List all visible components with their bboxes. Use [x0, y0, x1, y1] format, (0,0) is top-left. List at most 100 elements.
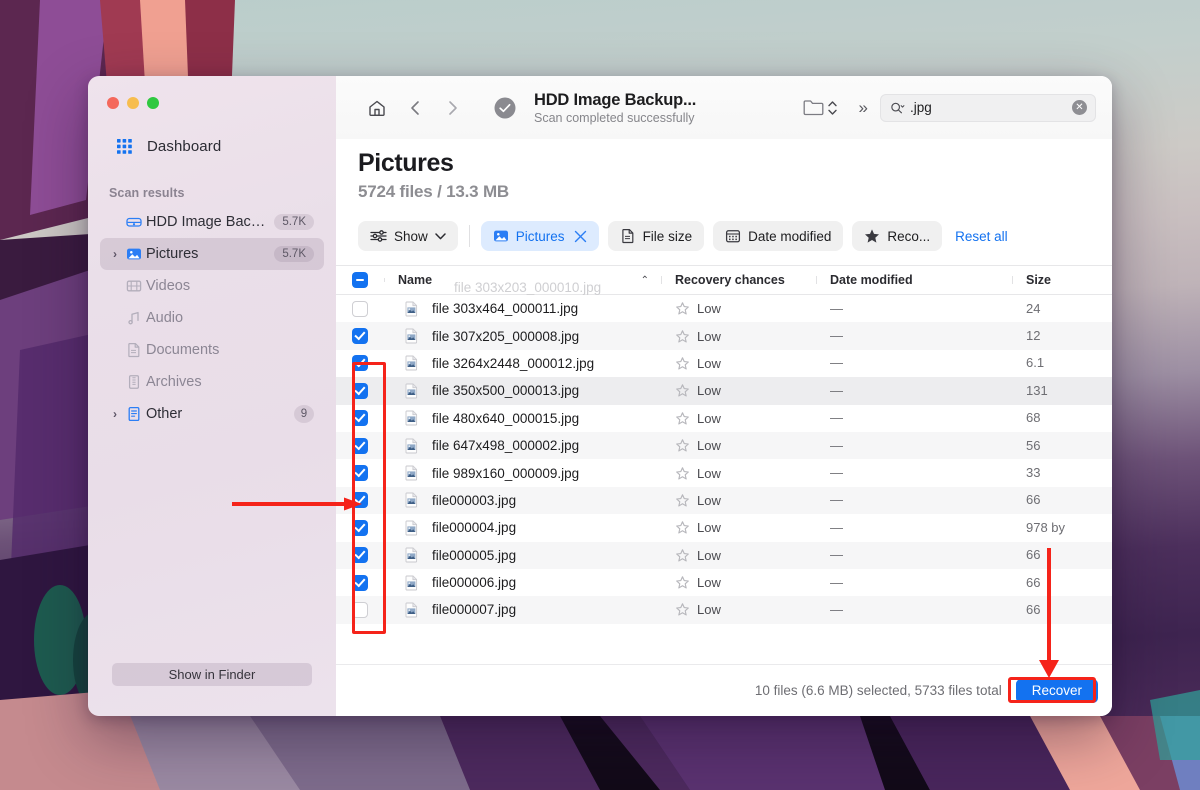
- filter-chip-date-modified[interactable]: Date modified: [713, 221, 844, 251]
- row-recovery-cell: Low: [661, 356, 816, 371]
- recover-button[interactable]: Recover: [1015, 678, 1098, 703]
- sidebar-item-pictures[interactable]: › Pictures 5.7K: [100, 238, 324, 270]
- table-row[interactable]: file 350x500_000013.jpg Low — 131: [336, 377, 1112, 405]
- row-name-cell: file 647x498_000002.jpg: [384, 438, 661, 454]
- file-name: file000004.jpg: [432, 520, 517, 536]
- file-name: file 3264x2448_000012.jpg: [432, 355, 595, 371]
- window-subtitle: Scan completed successfully: [534, 110, 695, 125]
- close-button[interactable]: [107, 97, 119, 109]
- row-checkbox[interactable]: [336, 465, 384, 482]
- back-button[interactable]: [396, 98, 434, 118]
- file-image-icon: [398, 355, 424, 371]
- home-icon[interactable]: [358, 98, 396, 118]
- sidebar: Dashboard Scan results HDD Image Back...…: [88, 76, 336, 716]
- toolbar-overflow-button[interactable]: »: [859, 98, 869, 118]
- show-in-finder-button[interactable]: Show in Finder: [112, 663, 312, 686]
- column-header-recovery[interactable]: Recovery chances: [661, 271, 816, 289]
- checked-box-icon: [352, 465, 368, 482]
- row-checkbox[interactable]: [336, 300, 384, 317]
- file-list[interactable]: file 303x464_000011.jpg Low — 24 file 307x20…: [336, 295, 1112, 664]
- row-checkbox[interactable]: [336, 601, 384, 618]
- minimize-button[interactable]: [127, 97, 139, 109]
- row-date-cell: —: [816, 519, 1012, 537]
- table-row[interactable]: file 989x160_000009.jpg Low — 33: [336, 459, 1112, 486]
- folder-selector[interactable]: [803, 99, 837, 116]
- row-date-cell: —: [816, 300, 1012, 318]
- zoom-button[interactable]: [147, 97, 159, 109]
- sidebar-item-other[interactable]: › Other 9: [100, 398, 324, 430]
- row-size-cell: 33: [1012, 464, 1112, 482]
- window-title: HDD Image Backup...: [534, 90, 697, 109]
- clear-search-icon[interactable]: ✕: [1072, 100, 1087, 115]
- remove-filter-icon[interactable]: [574, 230, 587, 243]
- row-checkbox[interactable]: [336, 574, 384, 591]
- chevron-right-icon[interactable]: ›: [108, 407, 122, 421]
- sidebar-item-videos[interactable]: Videos: [100, 270, 324, 302]
- picture-icon: [122, 246, 146, 262]
- sidebar-item-audio[interactable]: Audio: [100, 302, 324, 334]
- file-image-icon: [398, 410, 424, 426]
- row-size-cell: 66: [1012, 546, 1112, 564]
- sidebar-item-dashboard[interactable]: Dashboard: [106, 133, 324, 160]
- row-date-cell: —: [816, 491, 1012, 509]
- row-checkbox[interactable]: [336, 547, 384, 564]
- file-name: file 303x464_000011.jpg: [432, 301, 579, 317]
- row-checkbox[interactable]: [336, 519, 384, 536]
- recovery-chance-value: Low: [697, 301, 721, 317]
- sidebar-item-documents[interactable]: Documents: [100, 334, 324, 366]
- recovery-chance-value: Low: [697, 575, 721, 591]
- row-recovery-cell: Low: [661, 466, 816, 481]
- filter-chip-pictures[interactable]: Pictures: [480, 221, 599, 251]
- select-all-checkbox[interactable]: [336, 272, 384, 288]
- row-checkbox[interactable]: [336, 382, 384, 399]
- row-checkbox[interactable]: [336, 328, 384, 345]
- show-filter-button[interactable]: Show: [358, 221, 458, 251]
- column-header-date-label: Date modified: [830, 273, 913, 287]
- column-header-name[interactable]: Name ⌃ file 303x203_000010.jpg: [384, 273, 661, 295]
- file-name: file000007.jpg: [432, 602, 517, 618]
- sidebar-item-hdd-image-back[interactable]: HDD Image Back... 5.7K: [100, 206, 324, 238]
- calendar-icon: [725, 228, 741, 244]
- file-image-icon: [398, 328, 424, 344]
- forward-button[interactable]: [434, 98, 472, 118]
- row-recovery-cell: Low: [661, 329, 816, 344]
- column-header-date[interactable]: Date modified: [816, 271, 1012, 289]
- filter-chip-reco[interactable]: Reco...: [852, 221, 943, 251]
- row-checkbox[interactable]: [336, 492, 384, 509]
- file-size-value: 12: [1026, 328, 1041, 344]
- reset-all-button[interactable]: Reset all: [955, 229, 1008, 244]
- selection-summary: 10 files (6.6 MB) selected, 5733 files t…: [754, 683, 1002, 698]
- table-row[interactable]: file000005.jpg Low — 66: [336, 541, 1112, 569]
- table-row[interactable]: file 480x640_000015.jpg Low — 68: [336, 405, 1112, 432]
- row-date-cell: —: [816, 437, 1012, 455]
- date-modified-value: —: [830, 355, 843, 371]
- table-row[interactable]: file 647x498_000002.jpg Low — 56: [336, 431, 1112, 460]
- file-name: file 480x640_000015.jpg: [432, 410, 580, 426]
- filter-chip-file-size[interactable]: File size: [607, 221, 705, 251]
- row-checkbox[interactable]: [336, 437, 384, 454]
- page-title: Pictures: [358, 149, 454, 177]
- row-checkbox[interactable]: [336, 355, 384, 372]
- table-row[interactable]: file000006.jpg Low — 66: [336, 569, 1112, 596]
- sidebar-item-badge: 5.7K: [274, 246, 314, 262]
- checked-box-icon: [352, 355, 368, 372]
- table-row[interactable]: file000003.jpg Low — 66: [336, 486, 1112, 515]
- date-modified-value: —: [830, 300, 843, 316]
- audio-icon: [122, 310, 146, 326]
- search-input[interactable]: .jpg ✕: [880, 93, 1096, 122]
- document-icon: [122, 342, 146, 358]
- column-header-size[interactable]: Size: [1012, 271, 1112, 289]
- table-row[interactable]: file 307x205_000008.jpg Low — 12: [336, 322, 1112, 350]
- recovery-chance-value: Low: [697, 492, 721, 508]
- row-checkbox[interactable]: [336, 410, 384, 427]
- sidebar-item-archives[interactable]: Archives: [100, 366, 324, 398]
- table-row[interactable]: file 3264x2448_000012.jpg Low — 6.1: [336, 350, 1112, 377]
- grid-icon: [112, 139, 136, 154]
- table-row[interactable]: file000007.jpg Low — 66: [336, 596, 1112, 624]
- column-header-recovery-label: Recovery chances: [675, 273, 785, 287]
- file-image-icon: [398, 438, 424, 454]
- scan-info: HDD Image Backup... Scan completed succe…: [534, 91, 696, 125]
- table-row[interactable]: file000004.jpg Low — 978 by: [336, 514, 1112, 541]
- table-row[interactable]: file 303x464_000011.jpg Low — 24: [336, 295, 1112, 322]
- chevron-right-icon[interactable]: ›: [108, 247, 122, 261]
